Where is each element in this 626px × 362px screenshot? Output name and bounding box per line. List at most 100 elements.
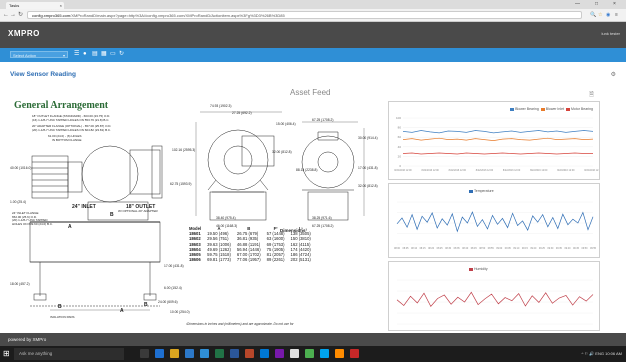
x-tick-label: 09:20 [530, 247, 537, 250]
excel-icon[interactable] [215, 349, 224, 358]
x-tick-label: 08:15 [420, 247, 427, 250]
system-tray[interactable]: ^ ⚐ 🔊 ENG 10:06 AM [582, 346, 622, 362]
document-icon[interactable]: ▤ [92, 51, 98, 58]
x-tick-label: 09:55 [590, 247, 597, 250]
x-tick-label: 08:35 [454, 247, 461, 250]
tab-close-icon[interactable]: × [60, 2, 62, 9]
document-icon[interactable]: 🗎 [589, 90, 594, 100]
x-tick-label: 09:30 [547, 247, 554, 250]
dim-label: 67.25 (1708.2) [312, 224, 334, 228]
dimension-cell: 77.06 (1957) [236, 257, 261, 263]
url-input[interactable]: config.xmpro365.com/XMProRandD/main.aspx… [27, 11, 582, 19]
url-host: config.xmpro365.com [32, 13, 71, 18]
dim-label: 17.00 (431.8) [358, 166, 378, 170]
xmpro-logo: XMPRO [8, 29, 40, 38]
fan-housing-side [81, 145, 139, 203]
x-tick-label: 09:15 [522, 247, 529, 250]
user-name[interactable]: lunk tester [602, 31, 620, 36]
dim-label: 40.00 (1016.0) [10, 166, 32, 170]
window-icon[interactable]: ▭ [110, 51, 116, 58]
y-tick-label: 60 [398, 135, 402, 139]
humidity-line-chart [396, 279, 594, 325]
start-icon[interactable]: ⊞ [3, 349, 10, 359]
app-header: XMPRO lunk tester [0, 22, 626, 48]
mail-icon[interactable] [200, 349, 209, 358]
file-explorer-icon[interactable] [170, 349, 179, 358]
menu-icon[interactable]: ≡ [615, 11, 618, 19]
maximize-icon[interactable]: □ [595, 0, 598, 9]
multi-series-line-chart: 1008060402008/22/2016 12:00 8/22/2016 12:… [394, 116, 599, 172]
temperature-panel: Temperature 08:00 08:05 08:10 08:15 08:20 08:… [388, 183, 600, 258]
y-tick-label: 20 [398, 154, 402, 158]
dim-label: 102.16 (2595.3) [172, 148, 196, 152]
reload-icon[interactable]: ↻ [18, 11, 23, 19]
x-tick-label: 08:50 [479, 247, 486, 250]
x-tick-label: 09:25 [539, 247, 546, 250]
back-icon[interactable]: ← [3, 11, 9, 19]
word-icon[interactable] [230, 349, 239, 358]
dimension-letter: A [120, 308, 124, 314]
search-icon[interactable]: 🔍 [590, 11, 596, 19]
chrome-icon[interactable] [305, 349, 314, 358]
powerpoint-icon[interactable] [245, 349, 254, 358]
minimize-icon[interactable]: — [575, 0, 580, 9]
page-title: View Sensor Reading [10, 71, 76, 78]
isolation-pads-label: ISOLATION PADS [50, 315, 75, 319]
address-bar-row: ← → ↻ config.xmpro365.com/XMProRandD/mai… [0, 9, 626, 22]
temperature-line-chart: 08:00 08:05 08:10 08:15 08:20 08:25 08:30 08:35… [394, 201, 597, 250]
chevron-down-icon: ▾ [62, 53, 65, 58]
settings-gear-icon[interactable]: ⚙ [611, 71, 616, 78]
skype-icon[interactable] [320, 349, 329, 358]
x-tick-label: 09:10 [513, 247, 520, 250]
grid-icon[interactable]: ▦ [101, 51, 107, 58]
fan-line-art [29, 111, 365, 311]
dimension-letter: B [58, 304, 62, 310]
note-line: HOLES ON 609.60 (24.0) B.C. [12, 221, 53, 226]
list-icon[interactable]: ☰ [74, 51, 79, 58]
url-path: /XMProRandD/main.aspx?page=http%3A//conf… [70, 13, 285, 18]
y-tick-label: 100 [396, 116, 401, 120]
close-window-icon[interactable]: × [613, 0, 616, 9]
acrobat-icon[interactable] [350, 349, 359, 358]
dim-label: 10.00 (254.0) [170, 310, 190, 314]
select-action-dropdown[interactable]: Select Action ▾ [10, 51, 68, 58]
x-tick-label: 8/22/2016 12:00 [557, 169, 575, 172]
app-icon[interactable] [335, 349, 344, 358]
action-toolbar: Select Action ▾ ☰ ● ▤ ▦ ▭ ↻ [0, 48, 626, 62]
series-line [402, 137, 594, 141]
star-icon[interactable]: ☆ [598, 11, 602, 19]
y-tick-label: 80 [398, 126, 402, 130]
extension-icon[interactable]: ◉ [606, 11, 610, 19]
dim-label: 6.00 (152.4) [164, 286, 182, 290]
select-action-label: Select Action [13, 53, 37, 58]
chat-icon[interactable]: ● [83, 51, 87, 58]
outlet-sub-label: W/ OPTIONAL 20" ADAPTER [118, 209, 158, 213]
humidity-panel: Humidity [388, 261, 600, 331]
x-tick-label: 08:55 [488, 247, 495, 250]
taskbar-search-input[interactable]: Ask me anything [14, 348, 124, 360]
dimension-cell: 89 (2261) [266, 257, 285, 263]
x-tick-label: 09:50 [581, 247, 588, 250]
dimension-letter: B [110, 212, 114, 218]
dim-label: 15.00 (406.4) [276, 122, 296, 126]
outlook-icon[interactable] [260, 349, 269, 358]
fan-housing-rear [301, 135, 355, 189]
task-view-icon[interactable] [140, 349, 149, 358]
series-line [396, 291, 594, 308]
x-tick-label: 08:25 [437, 247, 444, 250]
edge-browser-icon[interactable] [155, 349, 164, 358]
store-icon[interactable] [185, 349, 194, 358]
x-tick-label: 08:40 [462, 247, 469, 250]
inlet-flange-notes: 24" INLET FLANGE 652.00 (25.6) O.D. (20)… [12, 211, 53, 226]
dim-label: 32.00 (812.8) [272, 150, 292, 154]
dim-label: 17.00 (431.8) [164, 264, 184, 268]
forward-icon[interactable]: → [10, 11, 16, 19]
browser-tab[interactable]: Tasks × [6, 2, 64, 9]
browser-tab-strip: Tasks × — □ × [0, 0, 626, 9]
refresh-icon[interactable]: ↻ [119, 51, 124, 58]
x-tick-label: 08:05 [403, 247, 410, 250]
notepad-icon[interactable] [290, 349, 299, 358]
onenote-icon[interactable] [275, 349, 284, 358]
dimension-letter: A [68, 224, 72, 230]
dim-label: 24.00 (609.6) [158, 300, 178, 304]
